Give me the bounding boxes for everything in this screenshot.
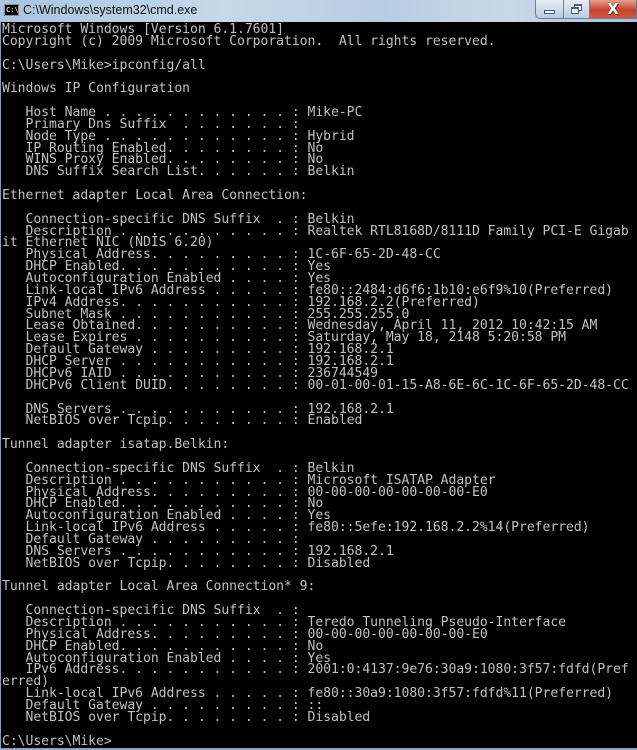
minimize-icon <box>544 10 555 14</box>
console-line: NetBIOS over Tcpip. . . . . . . . : Enab… <box>2 413 363 429</box>
title-bar[interactable]: C:\ C:\Windows\system32\cmd.exe X <box>0 0 637 22</box>
minimize-button[interactable] <box>535 0 564 19</box>
console-output[interactable]: Microsoft Windows [Version 6.1.7601] Copy… <box>0 22 637 748</box>
console-line: C:\Users\Mike>ipconfig/all <box>2 57 206 73</box>
console-text: Microsoft Windows [Version 6.1.7601] Copy… <box>1 22 637 748</box>
console-line: IPv6 Address. . . . . . . . . . . : 2001… <box>2 662 629 678</box>
console-line: DHCPv6 Client DUID. . . . . . . . : 00-0… <box>2 377 629 393</box>
window-title: C:\Windows\system32\cmd.exe <box>23 3 198 17</box>
console-line: Tunnel adapter isatap.Belkin: <box>2 437 230 453</box>
command-prompt: C:\Users\Mike> <box>2 733 112 748</box>
console-line: NetBIOS over Tcpip. . . . . . . . : Disa… <box>2 555 371 571</box>
close-button[interactable]: X <box>590 0 637 19</box>
caption-buttons: X <box>535 0 637 20</box>
restore-button[interactable] <box>564 0 590 19</box>
console-line: Copyright (c) 2009 Microsoft Corporation… <box>2 33 496 49</box>
console-line: DNS Suffix Search List. . . . . . : Belk… <box>2 164 355 180</box>
console-line: NetBIOS over Tcpip. . . . . . . . : Disa… <box>2 709 371 725</box>
console-line: Tunnel adapter Local Area Connection* 9: <box>2 579 316 595</box>
cmd-app-icon[interactable]: C:\ <box>4 4 19 16</box>
close-icon: X <box>607 0 619 18</box>
console-line: Ethernet adapter Local Area Connection: <box>2 188 308 204</box>
console-line: Windows IP Configuration <box>2 81 190 97</box>
restore-icon <box>571 4 582 14</box>
